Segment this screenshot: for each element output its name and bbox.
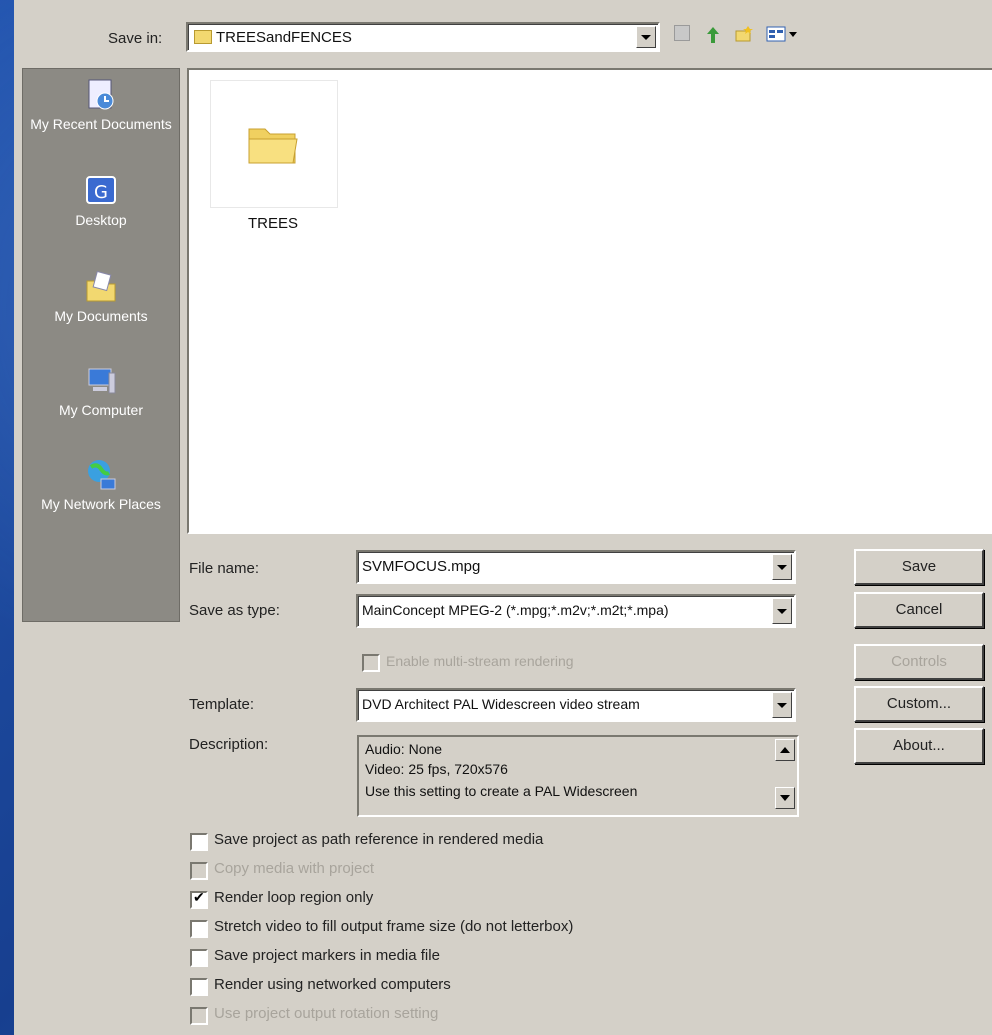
enable-multistream-label: Enable multi-stream rendering bbox=[386, 653, 574, 669]
file-list[interactable]: TREES bbox=[187, 68, 992, 534]
custom-button[interactable]: Custom... bbox=[854, 686, 984, 722]
save-as-type-value: MainConcept MPEG-2 (*.mpg;*.m2v;*.m2t;*.… bbox=[362, 602, 669, 618]
recent-documents-icon bbox=[83, 77, 119, 113]
network-places-icon bbox=[83, 457, 119, 493]
folder-icon bbox=[248, 128, 298, 164]
place-label: My Documents bbox=[54, 308, 148, 324]
scroll-up-icon[interactable] bbox=[775, 739, 795, 761]
copy-media-label: Copy media with project bbox=[214, 860, 375, 877]
enable-multistream-checkbox[interactable] bbox=[362, 654, 380, 672]
copy-media-checkbox[interactable] bbox=[190, 862, 208, 880]
place-label: My Computer bbox=[58, 402, 144, 418]
save-path-reference-label: Save project as path reference in render… bbox=[214, 831, 544, 848]
places-bar: My Recent Documents G Desktop My Documen… bbox=[22, 68, 180, 622]
file-name-field[interactable]: SVMFOCUS.mpg bbox=[356, 550, 796, 584]
render-loop-region-label: Render loop region only bbox=[214, 889, 374, 906]
stretch-video-label: Stretch video to fill output frame size … bbox=[214, 918, 574, 935]
save-path-reference-checkbox[interactable] bbox=[190, 833, 208, 851]
about-button[interactable]: About... bbox=[854, 728, 984, 764]
file-name-label: File name: bbox=[189, 560, 260, 577]
view-menu-icon[interactable] bbox=[766, 25, 800, 43]
save-in-dropdown[interactable]: TREESandFENCES bbox=[186, 22, 660, 52]
render-networked-label: Render using networked computers bbox=[214, 976, 451, 993]
description-box: Audio: None Video: 25 fps, 720x576 Use t… bbox=[357, 735, 799, 817]
place-my-computer[interactable]: My Computer bbox=[23, 363, 179, 419]
chevron-down-icon[interactable] bbox=[772, 598, 792, 624]
cancel-button[interactable]: Cancel bbox=[854, 592, 984, 628]
new-folder-icon[interactable] bbox=[734, 25, 753, 43]
description-label: Description: bbox=[189, 736, 269, 753]
scroll-down-icon[interactable] bbox=[775, 787, 795, 809]
description-line: Use this setting to create a PAL Widescr… bbox=[365, 783, 638, 799]
file-name: TREES bbox=[247, 215, 298, 232]
chevron-down-icon[interactable] bbox=[772, 692, 792, 718]
up-folder-icon[interactable] bbox=[704, 25, 722, 43]
place-label: My Recent Documents bbox=[30, 116, 172, 132]
desktop-icon: G bbox=[83, 173, 119, 209]
stretch-video-checkbox[interactable] bbox=[190, 920, 208, 938]
save-markers-label: Save project markers in media file bbox=[214, 947, 440, 964]
template-label: Template: bbox=[189, 696, 255, 713]
render-loop-region-checkbox[interactable]: ✔ bbox=[190, 889, 208, 909]
description-line: Video: 25 fps, 720x576 bbox=[365, 761, 508, 777]
save-in-label: Save in: bbox=[108, 30, 163, 47]
controls-button[interactable]: Controls bbox=[854, 644, 984, 680]
render-as-dialog: Save in: TREESandFENCES My Recent Docume… bbox=[14, 0, 992, 1035]
save-markers-checkbox[interactable] bbox=[190, 949, 208, 967]
template-dropdown[interactable]: DVD Architect PAL Widescreen video strea… bbox=[356, 688, 796, 722]
place-recent-documents[interactable]: My Recent Documents bbox=[23, 77, 179, 133]
save-button[interactable]: Save bbox=[854, 549, 984, 585]
checkmark-icon: ✔ bbox=[193, 889, 205, 905]
save-in-value: TREESandFENCES bbox=[216, 29, 352, 46]
svg-text:G: G bbox=[94, 182, 108, 203]
save-as-type-dropdown[interactable]: MainConcept MPEG-2 (*.mpg;*.m2v;*.m2t;*.… bbox=[356, 594, 796, 628]
render-networked-checkbox[interactable] bbox=[190, 978, 208, 996]
chevron-down-icon[interactable] bbox=[772, 554, 792, 580]
file-name-value: SVMFOCUS.mpg bbox=[362, 558, 481, 575]
my-computer-icon bbox=[83, 363, 119, 399]
my-documents-icon bbox=[83, 269, 119, 305]
list-item[interactable] bbox=[210, 80, 338, 208]
description-line: Audio: None bbox=[365, 741, 443, 757]
place-label: Desktop bbox=[75, 212, 127, 228]
place-my-documents[interactable]: My Documents bbox=[23, 269, 179, 325]
place-label: My Network Places bbox=[41, 496, 161, 512]
back-icon[interactable] bbox=[674, 25, 690, 41]
folder-icon bbox=[194, 30, 212, 44]
save-as-type-label: Save as type: bbox=[189, 602, 280, 619]
use-output-rotation-label: Use project output rotation setting bbox=[214, 1005, 439, 1022]
place-desktop[interactable]: G Desktop bbox=[23, 173, 179, 229]
place-network[interactable]: My Network Places bbox=[23, 457, 179, 513]
template-value: DVD Architect PAL Widescreen video strea… bbox=[362, 696, 640, 712]
use-output-rotation-checkbox[interactable] bbox=[190, 1007, 208, 1025]
chevron-down-icon[interactable] bbox=[636, 26, 656, 48]
